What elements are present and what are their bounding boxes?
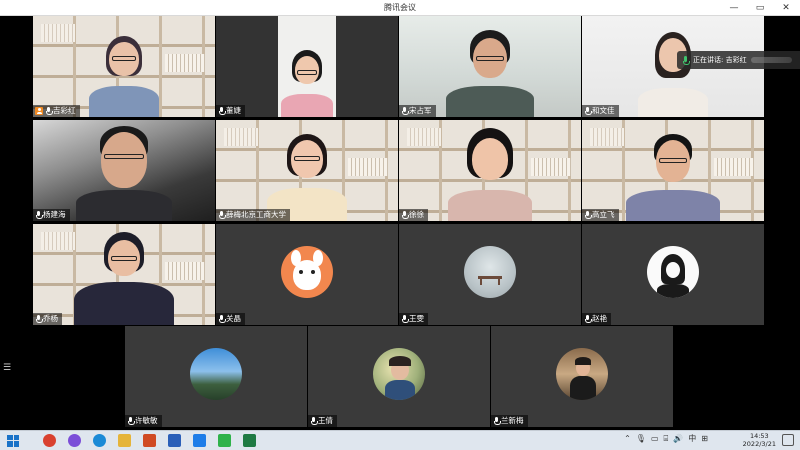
network-icon[interactable]: ⌸ — [664, 434, 669, 444]
microphone-icon — [584, 211, 592, 219]
word-icon[interactable] — [168, 434, 181, 447]
participant-name-label: 关晶 — [216, 313, 245, 325]
video-tile[interactable]: 王雯 — [399, 224, 581, 325]
participant-name-label: 宋占军 — [399, 105, 436, 117]
microphone-icon — [35, 211, 43, 219]
participant-name-label: 薛梅北京工商大学 — [216, 209, 290, 221]
clock-time: 14:53 — [749, 432, 769, 440]
microphone-icon — [493, 417, 501, 425]
participant-name-label: 杨建海 — [33, 209, 70, 221]
wechat-icon[interactable] — [218, 434, 231, 447]
speaking-indicator: 正在讲话: 吉彩红 — [677, 51, 800, 69]
microphone-icon — [401, 315, 409, 323]
video-tile[interactable]: 赵艳 — [582, 224, 764, 325]
video-tile[interactable]: 乔杨 — [33, 224, 215, 325]
participant-name-label: 王倩 — [308, 415, 337, 427]
participant-video — [278, 16, 336, 117]
video-tile[interactable]: 徐徐 — [399, 120, 581, 221]
video-tile[interactable]: 吉彩红 — [33, 16, 215, 117]
chrome-icon[interactable] — [43, 434, 56, 447]
participant-video — [445, 128, 535, 221]
landscape-avatar-icon — [464, 246, 516, 298]
participant-name-label: 董婕 — [216, 105, 245, 117]
microphone-icon — [127, 417, 135, 425]
bunny-avatar-icon — [281, 246, 333, 298]
microphone-icon — [401, 107, 409, 115]
microphone-tray-icon[interactable]: 🎙 — [636, 434, 646, 443]
host-icon — [35, 107, 43, 115]
sidebar-toggle-icon[interactable]: ☰ — [3, 363, 13, 373]
participant-name-label: 乔杨 — [33, 313, 62, 325]
participant-video — [625, 134, 721, 221]
input-language[interactable]: 中 — [688, 433, 696, 444]
monitor-icon[interactable]: ▭ — [651, 434, 659, 443]
participant-video — [262, 134, 352, 221]
volume-icon[interactable]: 🔊 — [673, 434, 683, 443]
windows-start-icon[interactable] — [7, 434, 19, 447]
speaking-microphone-icon — [682, 55, 690, 65]
sketch-avatar-icon — [647, 246, 699, 298]
video-tile[interactable]: 薛梅北京工商大学 — [216, 120, 398, 221]
video-tile[interactable]: 王倩 — [308, 326, 490, 427]
powerpoint-icon[interactable] — [143, 434, 156, 447]
participant-video — [633, 32, 713, 117]
video-tile[interactable]: 兰新梅 — [491, 326, 673, 427]
folder-icon[interactable] — [118, 434, 131, 447]
microphone-icon — [218, 211, 226, 219]
system-tray: ⌃ 🎙 ▭ ⌸ 🔊 中 ⊞ — [624, 433, 708, 444]
participant-video — [74, 126, 174, 221]
meeting-icon[interactable] — [193, 434, 206, 447]
participant-name-label: 兰新梅 — [491, 415, 528, 427]
window-title: 腾讯会议 — [384, 3, 416, 12]
microphone-icon — [401, 211, 409, 219]
video-tile[interactable]: 关晶 — [216, 224, 398, 325]
portrait-avatar-icon — [556, 348, 608, 400]
video-grid: 吉彩红 董婕 宋占军 和文佳 杨建海 薛梅北京工商大学 徐徐 高立飞 乔杨 关晶… — [0, 16, 800, 430]
ime-icon[interactable]: ⊞ — [701, 434, 708, 443]
video-tile[interactable]: 许敏敏 — [125, 326, 307, 427]
notification-icon[interactable] — [782, 434, 794, 446]
close-button[interactable]: ✕ — [773, 0, 799, 16]
browser-icon[interactable] — [68, 434, 81, 447]
participant-name-label: 徐徐 — [399, 209, 428, 221]
video-tile[interactable]: 董婕 — [216, 16, 398, 117]
title-bar: 腾讯会议 — ▭ ✕ — [0, 0, 800, 16]
microphone-icon — [310, 417, 318, 425]
video-tile[interactable]: 杨建海 — [33, 120, 215, 221]
participant-name-label: 吉彩红 — [33, 105, 80, 117]
video-tile[interactable]: 宋占军 — [399, 16, 581, 117]
participant-name-label: 高立飞 — [582, 209, 619, 221]
excel-icon[interactable] — [243, 434, 256, 447]
participant-video — [84, 36, 164, 117]
taskbar-clock[interactable]: 14:53 2022/3/21 — [743, 432, 776, 448]
video-tile[interactable]: 高立飞 — [582, 120, 764, 221]
chevron-up-icon[interactable]: ⌃ — [624, 434, 631, 443]
participant-name-label: 王雯 — [399, 313, 428, 325]
clock-date: 2022/3/21 — [742, 440, 776, 448]
microphone-icon — [35, 315, 43, 323]
maximize-button[interactable]: ▭ — [747, 0, 773, 16]
microphone-icon — [218, 315, 226, 323]
edge-icon[interactable] — [93, 434, 106, 447]
participant-video — [445, 30, 535, 117]
portrait-avatar-icon — [373, 348, 425, 400]
microphone-icon — [584, 107, 592, 115]
mountain-avatar-icon — [190, 348, 242, 400]
participant-name-label: 和文佳 — [582, 105, 619, 117]
participant-name-label: 许敏敏 — [125, 415, 162, 427]
microphone-icon — [584, 315, 592, 323]
participant-name-label: 赵艳 — [582, 313, 611, 325]
participant-video — [69, 232, 179, 325]
microphone-icon — [218, 107, 226, 115]
microphone-icon — [45, 107, 53, 115]
taskbar: ⌃ 🎙 ▭ ⌸ 🔊 中 ⊞ 14:53 2022/3/21 — [0, 430, 800, 450]
minimize-button[interactable]: — — [721, 0, 747, 16]
